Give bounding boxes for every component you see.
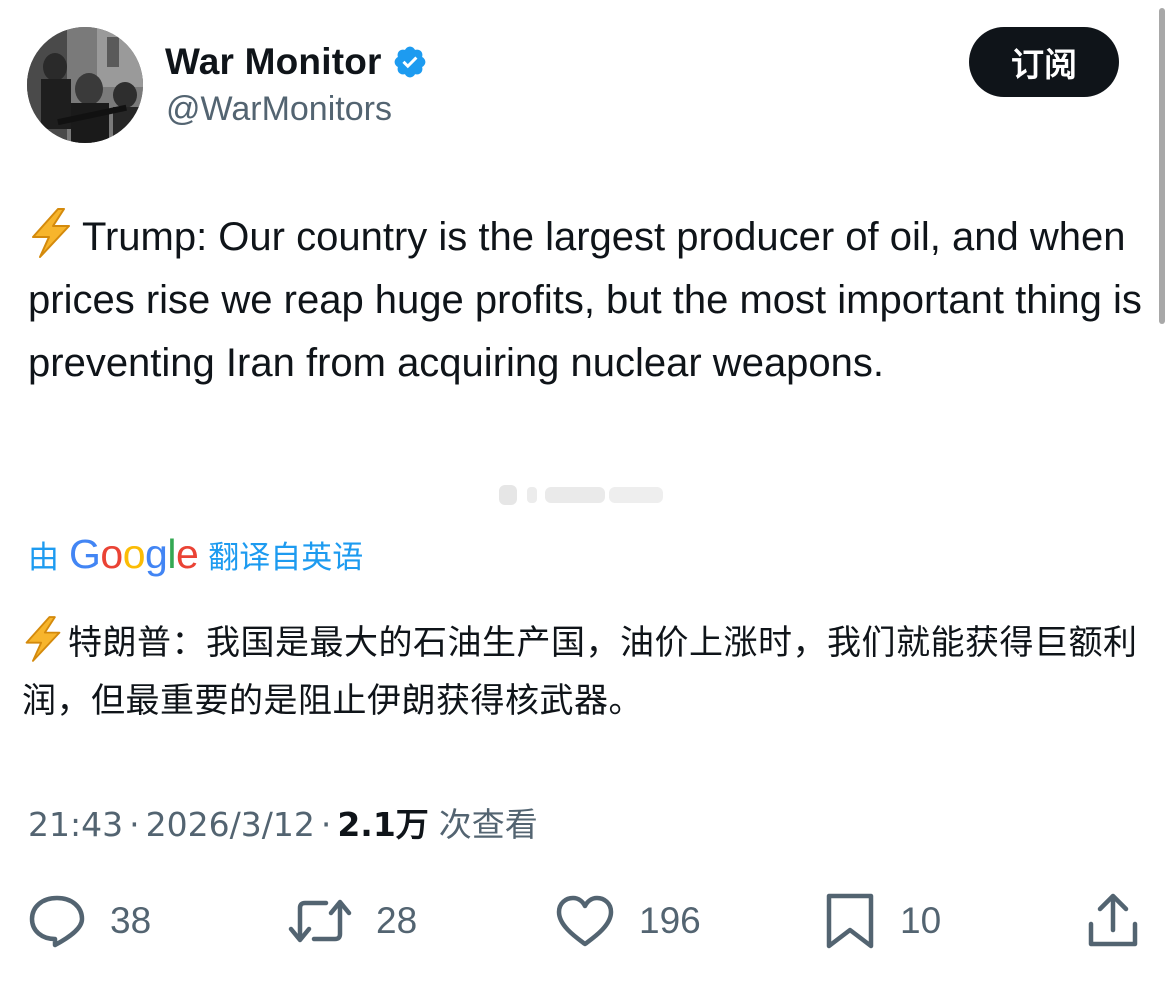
reply-icon (29, 895, 85, 948)
author-name-row[interactable]: War Monitor (165, 40, 428, 84)
high-voltage-icon (28, 208, 74, 258)
like-button[interactable]: 196 (555, 890, 701, 952)
repost-button[interactable]: 28 (288, 890, 417, 952)
share-button[interactable] (1086, 890, 1140, 952)
tweet-page: War Monitor @WarMonitors 订阅 Trump: Our c… (0, 0, 1169, 981)
translation-attribution[interactable]: 由 Google 翻译自英语 (28, 528, 363, 580)
bookmark-button[interactable]: 10 (824, 890, 941, 952)
google-logo: Google (69, 530, 199, 577)
meta-separator: · (129, 805, 140, 844)
translated-from-label: 翻译自英语 (208, 539, 364, 576)
tweet-time[interactable]: 21:43 (28, 805, 123, 844)
meta-separator: · (320, 805, 332, 844)
reply-count: 38 (110, 900, 152, 941)
verified-badge-icon[interactable] (392, 44, 428, 80)
heart-icon (556, 895, 614, 947)
repost-count: 28 (376, 900, 418, 941)
like-count: 196 (639, 900, 701, 941)
share-icon (1088, 893, 1138, 947)
subscribe-button[interactable]: 订阅 (969, 27, 1119, 97)
blurred-fragment (497, 483, 677, 507)
tweet-meta: 21:43 · 2026/3/12 · 2.1万 次查看 (28, 798, 538, 846)
translated-body: 特朗普：我国是最大的石油生产国，油价上涨时，我们就能获得巨额利润，但最重要的是阻… (22, 623, 1138, 721)
tweet-date[interactable]: 2026/3/12 (146, 805, 315, 844)
avatar[interactable] (27, 27, 143, 143)
scrollbar[interactable] (1159, 8, 1165, 324)
views-count: 2.1万 (337, 805, 429, 844)
avatar-image (27, 27, 143, 143)
translated-text: 特朗普：我国是最大的石油生产国，油价上涨时，我们就能获得巨额利润，但最重要的是阻… (22, 614, 1152, 730)
views-label: 次查看 (438, 805, 538, 844)
translated-by-label: 由 (28, 539, 59, 576)
bookmark-icon (826, 893, 874, 949)
tweet-body: Trump: Our country is the largest produc… (28, 215, 1142, 385)
author-display-name[interactable]: War Monitor (165, 41, 382, 83)
author-handle[interactable]: @WarMonitors (166, 90, 392, 129)
high-voltage-icon (22, 616, 64, 662)
bookmark-count: 10 (900, 900, 942, 941)
reply-button[interactable]: 38 (28, 890, 151, 952)
repost-icon (288, 899, 352, 943)
tweet-text: Trump: Our country is the largest produc… (28, 206, 1148, 395)
